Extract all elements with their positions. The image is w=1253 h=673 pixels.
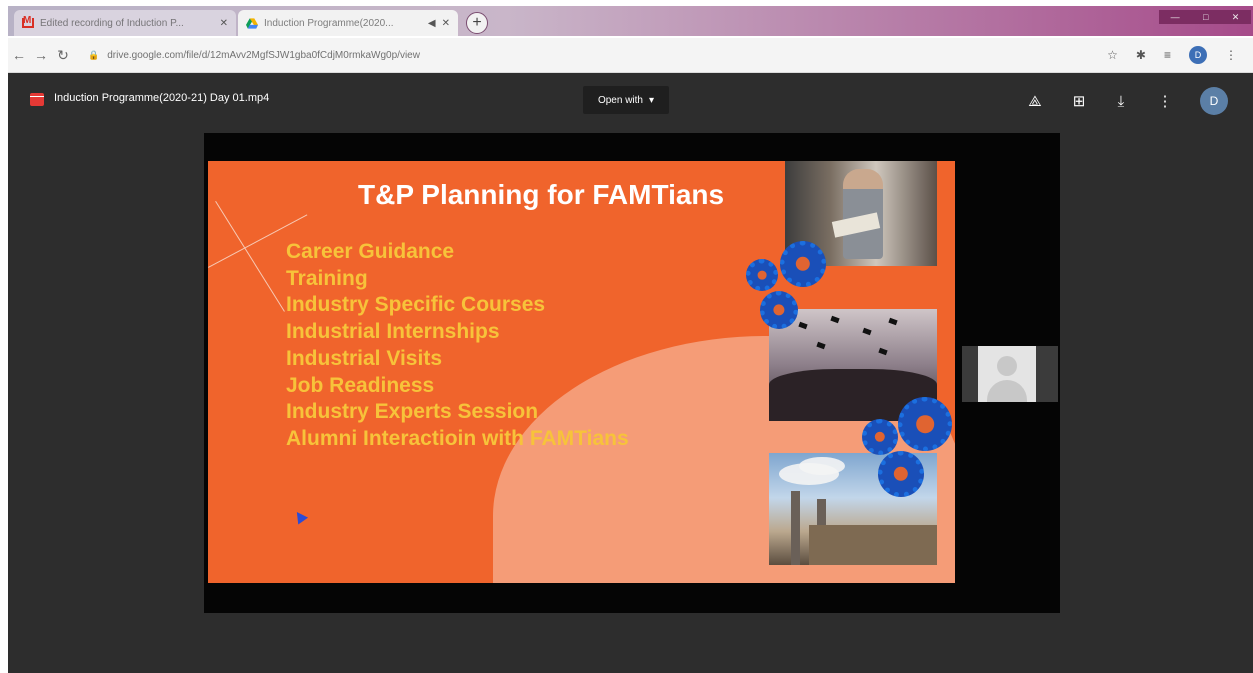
chimney-shape xyxy=(791,491,800,565)
browser-toolbar: ← → ↻ 🔒 drive.google.com/file/d/12mAvv2M… xyxy=(8,38,1253,73)
audio-icon[interactable]: ◀ xyxy=(428,18,436,29)
slide-bullet: Job Readiness xyxy=(286,373,435,397)
back-icon[interactable]: ← xyxy=(8,47,30,63)
participant-tile xyxy=(962,346,1058,402)
presentation-slide: T&P Planning for FAMTians Career Guidanc… xyxy=(208,161,955,583)
factory-building xyxy=(809,525,937,565)
new-tab-button[interactable]: + xyxy=(466,12,488,34)
lock-icon[interactable]: 🔒 xyxy=(88,50,99,61)
extension-pin-icon[interactable]: ✱ xyxy=(1136,48,1146,62)
more-actions-icon[interactable]: ⋮ xyxy=(1154,90,1176,112)
open-with-button[interactable]: Open with ▾ xyxy=(583,86,669,114)
browser-profile-avatar[interactable]: D xyxy=(1189,46,1207,64)
slide-bullet: Training xyxy=(286,266,368,290)
drive-preview: Induction Programme(2020-21) Day 01.mp4 … xyxy=(8,73,1253,673)
preview-header: Induction Programme(2020-21) Day 01.mp4 … xyxy=(8,73,1253,129)
caret-down-icon: ▾ xyxy=(649,94,655,106)
gear-icon xyxy=(760,291,798,329)
close-tab-icon[interactable]: ✕ xyxy=(442,18,450,29)
cap-shape xyxy=(878,347,888,356)
gear-icon xyxy=(898,397,952,451)
cap-shape xyxy=(830,315,840,324)
account-avatar[interactable]: D xyxy=(1200,87,1228,115)
gmail-icon xyxy=(22,15,34,28)
avatar-head xyxy=(997,356,1017,376)
video-file-icon xyxy=(30,93,44,106)
gear-icon xyxy=(780,241,826,287)
open-with-label: Open with xyxy=(597,94,643,106)
close-tab-icon[interactable]: ✕ xyxy=(220,18,228,29)
gear-icon xyxy=(862,419,898,455)
smoke-shape xyxy=(799,457,845,475)
pointer-cursor-icon xyxy=(291,508,309,525)
avatar-body xyxy=(987,380,1027,402)
download-icon[interactable]: ⤓ xyxy=(1110,90,1132,112)
slide-bullet: Industry Experts Session xyxy=(286,400,539,424)
slide-bullet-list: Career Guidance Training Industry Specif… xyxy=(286,239,629,453)
url-text: drive.google.com/file/d/12mAvv2MgfSJW1gb… xyxy=(107,49,420,61)
minimize-icon[interactable]: — xyxy=(1171,12,1180,22)
comment-icon[interactable]: ⊞ xyxy=(1068,90,1090,112)
address-bar[interactable]: 🔒 drive.google.com/file/d/12mAvv2MgfSJW1… xyxy=(88,50,988,61)
slide-bullet: Alumni Interactioin with FAMTians xyxy=(286,426,629,450)
add-to-drive-icon[interactable]: ⟁ xyxy=(1024,90,1046,112)
cap-shape xyxy=(888,317,898,326)
browser-tab-strip: Edited recording of Induction P... ✕ Ind… xyxy=(8,6,1253,36)
drive-icon xyxy=(246,17,258,29)
gear-icon xyxy=(878,451,924,497)
slide-bullet: Career Guidance xyxy=(286,240,455,263)
tab-gmail[interactable]: Edited recording of Induction P... ✕ xyxy=(14,10,236,36)
slide-bullet: Industrial Internships xyxy=(286,320,500,344)
close-window-icon[interactable]: ✕ xyxy=(1232,12,1240,23)
participant-avatar-icon xyxy=(978,346,1036,402)
file-name: Induction Programme(2020-21) Day 01.mp4 xyxy=(54,92,270,104)
browser-menu-icon[interactable]: ⋮ xyxy=(1225,48,1237,62)
tab-drive[interactable]: Induction Programme(2020... ◀ ✕ xyxy=(238,10,458,36)
slide-bullet: Industrial Visits xyxy=(286,346,442,370)
reload-icon[interactable]: ↻ xyxy=(52,47,74,64)
slide-title: T&P Planning for FAMTians xyxy=(358,179,725,210)
tab-title: Edited recording of Induction P... xyxy=(40,17,184,29)
cap-shape xyxy=(862,327,872,336)
cap-shape xyxy=(816,341,826,350)
forward-icon[interactable]: → xyxy=(30,47,52,63)
video-player[interactable]: T&P Planning for FAMTians Career Guidanc… xyxy=(204,133,1060,613)
reading-list-icon[interactable]: ≡ xyxy=(1164,48,1171,62)
window-controls: — □ ✕ xyxy=(1159,10,1251,24)
bookmark-star-icon[interactable]: ☆ xyxy=(1107,48,1118,62)
gear-icon xyxy=(746,259,778,291)
slide-bullet: Industry Specific Courses xyxy=(286,293,546,317)
cap-shape xyxy=(798,321,808,330)
tab-title: Induction Programme(2020... xyxy=(264,17,394,29)
maximize-icon[interactable]: □ xyxy=(1203,12,1208,22)
